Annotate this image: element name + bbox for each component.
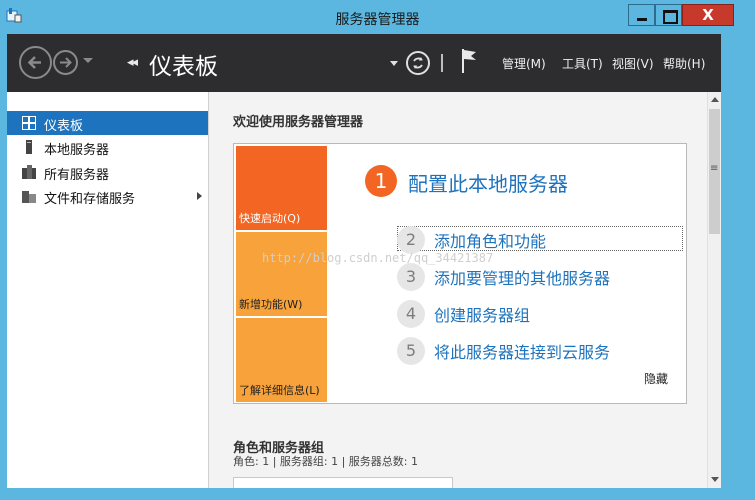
step-number: 4 [397,300,425,328]
server-icon [26,140,32,154]
step-number: 5 [397,337,425,365]
main-area: 仪表板 本地服务器 所有服务器 文件和存储服务 欢迎使用服务器管理器 快速启动(… [7,92,721,488]
sidebar: 仪表板 本地服务器 所有服务器 文件和存储服务 [7,92,208,488]
menu-help[interactable]: 帮助(H) [663,55,705,72]
watermark: http://blog.csdn.net/qq_34421387 [262,251,494,265]
chevron-down-icon[interactable] [390,61,398,66]
window-frame-bottom [0,488,755,500]
refresh-icon [413,57,423,69]
refresh-button[interactable] [406,51,430,75]
create-server-group-link[interactable]: 创建服务器组 [434,302,530,326]
tab-quick-start[interactable]: 快速启动(Q) [236,146,327,230]
tile-label: 了解详细信息(L) [239,384,320,397]
sidebar-item-label: 所有服务器 [44,168,110,183]
sidebar-item-label: 本地服务器 [44,143,110,158]
add-roles-features-link[interactable]: 添加角色和功能 [434,228,546,252]
scroll-up-icon[interactable] [711,97,719,102]
minimize-button[interactable] [628,4,655,26]
sidebar-item-dashboard[interactable]: 仪表板 [7,111,208,135]
toolbar-separator [441,54,443,72]
welcome-panel: 快速启动(Q) 新增功能(W) 了解详细信息(L) 1 配置此本地服务器 2 添… [233,143,687,404]
step-number: 3 [397,263,425,291]
arrow-left-icon [27,56,41,69]
breadcrumb-arrows: ◂◂ [127,55,138,70]
arrow-right-icon [60,57,72,68]
back-button[interactable] [19,46,52,79]
close-icon: X [702,6,714,24]
tile-label: 快速启动(Q) [239,212,301,225]
close-button[interactable]: X [682,4,734,26]
window-frame-right [721,34,755,500]
history-dropdown-icon[interactable] [83,58,93,63]
tab-learn-more[interactable]: 了解详细信息(L) [236,318,327,402]
toolbar: ◂◂ 仪表板 管理(M) 工具(T) 视图(V) 帮助(H) [7,34,721,92]
sidebar-item-local-server[interactable]: 本地服务器 [7,135,208,159]
add-servers-link[interactable]: 添加要管理的其他服务器 [434,265,610,289]
window-frame-left [0,34,7,500]
servers-icon [22,165,36,179]
notification-flag-icon[interactable] [460,48,478,74]
sidebar-item-label: 仪表板 [44,119,84,134]
maximize-button[interactable] [655,4,682,26]
scroll-thumb[interactable] [709,109,720,234]
content-pane: 欢迎使用服务器管理器 快速启动(Q) 新增功能(W) 了解详细信息(L) 1 配… [209,92,707,488]
menu-tools[interactable]: 工具(T) [562,55,603,72]
sidebar-item-file-storage[interactable]: 文件和存储服务 [7,184,208,208]
tab-new-features[interactable]: 新增功能(W) [236,232,327,316]
tile-label: 新增功能(W) [239,298,303,311]
roles-summary: 角色: 1 | 服务器组: 1 | 服务器总数: 1 [233,455,419,468]
menu-view[interactable]: 视图(V) [612,55,654,72]
storage-icon [22,191,36,203]
configure-local-server-link[interactable]: 配置此本地服务器 [408,168,568,197]
connect-cloud-link[interactable]: 将此服务器连接到云服务 [434,339,610,363]
role-card[interactable] [233,477,453,488]
sidebar-item-all-servers[interactable]: 所有服务器 [7,160,208,184]
chevron-right-icon[interactable] [197,192,202,200]
step-number: 2 [397,226,425,254]
step-number: 1 [365,165,397,197]
hide-link[interactable]: 隐藏 [644,370,668,387]
welcome-heading: 欢迎使用服务器管理器 [233,115,364,130]
forward-button[interactable] [53,50,78,75]
dashboard-icon [22,116,36,130]
vertical-scrollbar[interactable] [707,92,721,488]
sidebar-item-label: 文件和存储服务 [44,192,136,207]
menu-manage[interactable]: 管理(M) [502,55,546,72]
page-title: 仪表板 [149,54,218,80]
scroll-down-icon[interactable] [711,477,719,482]
title-bar: 服务器管理器 X [0,0,755,34]
